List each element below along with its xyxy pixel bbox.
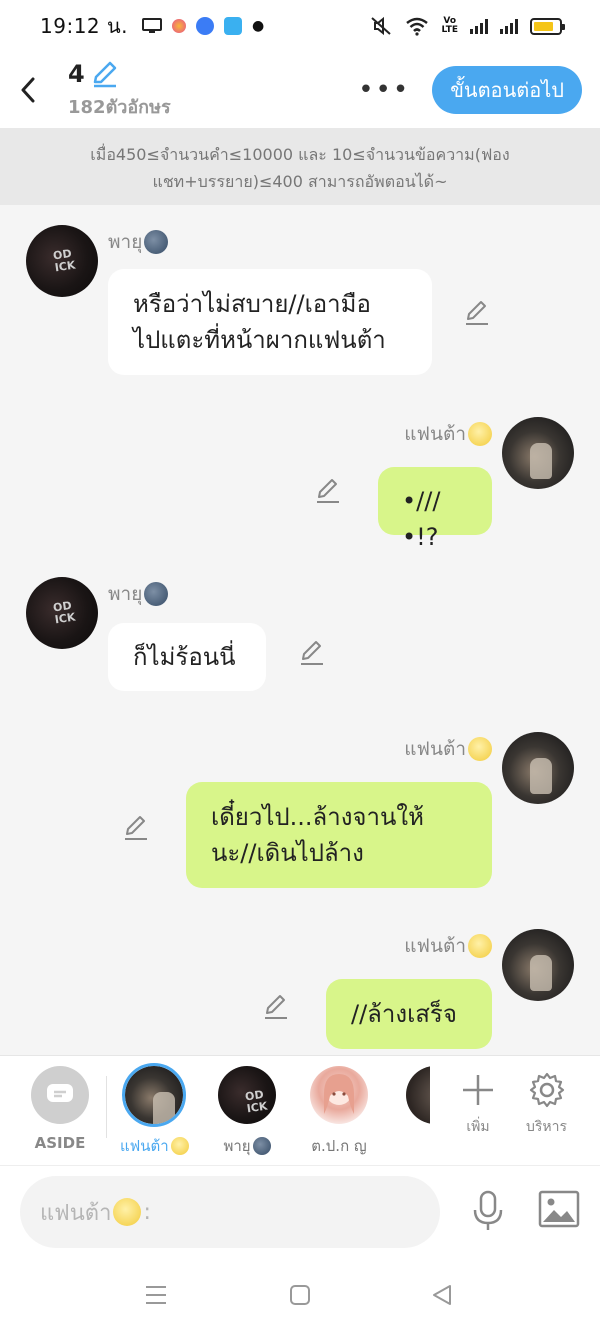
toolbar-divider: [106, 1076, 107, 1138]
character-toolbar: ASIDE แฟนต้า พายุ ต.ป.ก ญ ทู เพิ่ม บริหา…: [0, 1055, 600, 1165]
microphone-button[interactable]: [470, 1190, 506, 1236]
add-label: เพิ่ม: [466, 1119, 490, 1135]
message-input[interactable]: แฟนต้า :: [20, 1176, 440, 1248]
aside-label: ASIDE: [34, 1134, 86, 1152]
avatar-fanta[interactable]: [502, 417, 574, 489]
chat-area[interactable]: พายุ หรือว่าไม่สบาย//เอามือ ไปแตะที่หน้า…: [0, 205, 600, 1055]
noveltoon-app-icon: [224, 17, 243, 35]
edit-pencil-icon[interactable]: [122, 814, 150, 842]
avatar-storm[interactable]: [26, 225, 98, 297]
messenger-app-icon: [196, 17, 215, 35]
moon-face-emoji: [144, 582, 169, 606]
avatar-fanta[interactable]: [502, 732, 574, 804]
edit-pencil-icon[interactable]: [262, 993, 290, 1021]
moon-face-emoji: [252, 1137, 271, 1155]
sender-name: แฟนต้า: [404, 734, 492, 764]
home-button[interactable]: [288, 1283, 312, 1311]
signal-icon-1: [470, 18, 488, 34]
character-partial[interactable]: ทู: [406, 1066, 430, 1158]
toolbar-clip: ทู: [404, 1056, 430, 1166]
chat-message: พายุ ก็ไม่ร้อนนี่: [0, 557, 600, 697]
edit-pencil-icon[interactable]: [463, 299, 491, 327]
system-back-button[interactable]: [430, 1283, 454, 1311]
system-nav-bar: [0, 1265, 600, 1333]
word-count-notice: เมื่อ450≤จำนวนคำ≤10000 และ 10≤จำนวนข้อคว…: [0, 128, 600, 205]
message-bubble[interactable]: //ล้างเสร็จ: [326, 979, 492, 1049]
character-storm[interactable]: พายุ: [218, 1066, 276, 1158]
mute-icon: [371, 16, 392, 36]
edit-pencil-icon[interactable]: [314, 477, 342, 505]
avatar-storm[interactable]: [26, 577, 98, 649]
sender-name: แฟนต้า: [404, 419, 492, 449]
sun-face-emoji: [468, 934, 492, 958]
plus-icon: [463, 1075, 493, 1105]
image-icon: [538, 1190, 580, 1228]
sender-name: แฟนต้า: [404, 931, 492, 961]
header: 4 182ตัวอักษร ••• ขั้นตอนต่อไป: [0, 52, 600, 128]
manage-button[interactable]: บริหาร: [526, 1072, 567, 1138]
character-avatar: [310, 1066, 368, 1124]
edit-pencil-icon[interactable]: [298, 639, 326, 667]
chat-message: แฟนต้า เดี๋ยวไป...ล้างจานให้ นะ//เดินไปล…: [0, 720, 600, 900]
home-icon: [290, 1285, 310, 1305]
menu-button[interactable]: [144, 1283, 168, 1311]
status-app-icons: ●: [142, 17, 264, 35]
character-avatar: [406, 1066, 430, 1124]
message-bubble[interactable]: หรือว่าไม่สบาย//เอามือ ไปแตะที่หน้าผากแฟ…: [108, 269, 432, 375]
manage-label: บริหาร: [526, 1119, 568, 1135]
dot-icon: ●: [252, 18, 265, 34]
aside-button[interactable]: ASIDE: [31, 1066, 89, 1152]
battery-icon: [530, 17, 565, 35]
image-button[interactable]: [538, 1190, 580, 1232]
episode-title: 4: [68, 59, 85, 88]
volte-icon: Vo LTE: [441, 16, 458, 35]
input-placeholder: แฟนต้า: [40, 1200, 112, 1226]
more-icon[interactable]: •••: [336, 75, 432, 105]
sun-face-emoji: [113, 1198, 142, 1226]
sender-name: พายุ: [108, 579, 169, 609]
avatar-fanta[interactable]: [502, 929, 574, 1001]
title-block: 4 182ตัวอักษร: [68, 60, 171, 121]
title-row: 4: [68, 60, 171, 88]
message-bubble[interactable]: ก็ไม่ร้อนนี่: [108, 623, 266, 691]
star-app-icon: [172, 19, 187, 33]
microphone-icon: [473, 1190, 503, 1230]
message-bubble[interactable]: •///•!?: [378, 467, 492, 551]
char-count: 182ตัวอักษร: [68, 96, 171, 118]
status-time: 19:12 น.: [40, 14, 129, 38]
back-arrow-icon: [21, 77, 35, 103]
moon-face-emoji: [144, 230, 169, 254]
sender-name: พายุ: [108, 227, 169, 257]
chat-message: แฟนต้า •///•!?: [0, 405, 600, 551]
chat-message: แฟนต้า //ล้างเสร็จ: [0, 917, 600, 1055]
status-bar: 19:12 น. ● Vo LTE: [0, 0, 600, 52]
add-character-button[interactable]: เพิ่ม: [460, 1072, 496, 1138]
settings-gear-icon: [529, 1072, 564, 1108]
back-triangle-icon: [433, 1285, 451, 1305]
character-label: พายุ: [223, 1134, 271, 1158]
sun-face-emoji: [468, 422, 492, 446]
message-bubble[interactable]: เดี๋ยวไป...ล้างจานให้ นะ//เดินไปล้าง: [186, 782, 492, 888]
status-right: Vo LTE: [369, 16, 565, 36]
menu-icon: [146, 1286, 166, 1304]
character-avatar: [218, 1066, 276, 1124]
next-step-button[interactable]: ขั้นตอนต่อไป: [432, 66, 582, 114]
character-fanta[interactable]: แฟนต้า: [120, 1063, 189, 1158]
chat-message: พายุ หรือว่าไม่สบาย//เอามือ ไปแตะที่หน้า…: [0, 205, 600, 385]
character-avatar: [122, 1063, 187, 1127]
character-label: แฟนต้า: [120, 1134, 189, 1158]
sun-face-emoji: [468, 737, 492, 761]
pencil-icon[interactable]: [91, 60, 119, 88]
sun-face-emoji: [170, 1137, 189, 1155]
wifi-icon: [406, 17, 429, 36]
input-placeholder-suffix: :: [143, 1199, 151, 1225]
aside-chat-icon: [31, 1066, 89, 1124]
character-label: ต.ป.ก ญ: [311, 1137, 367, 1155]
character-girl[interactable]: ต.ป.ก ญ: [310, 1066, 368, 1158]
back-button[interactable]: [8, 70, 48, 110]
signal-icon-2: [500, 18, 518, 34]
screen-icon: [142, 18, 163, 33]
input-area: แฟนต้า :: [0, 1165, 600, 1265]
